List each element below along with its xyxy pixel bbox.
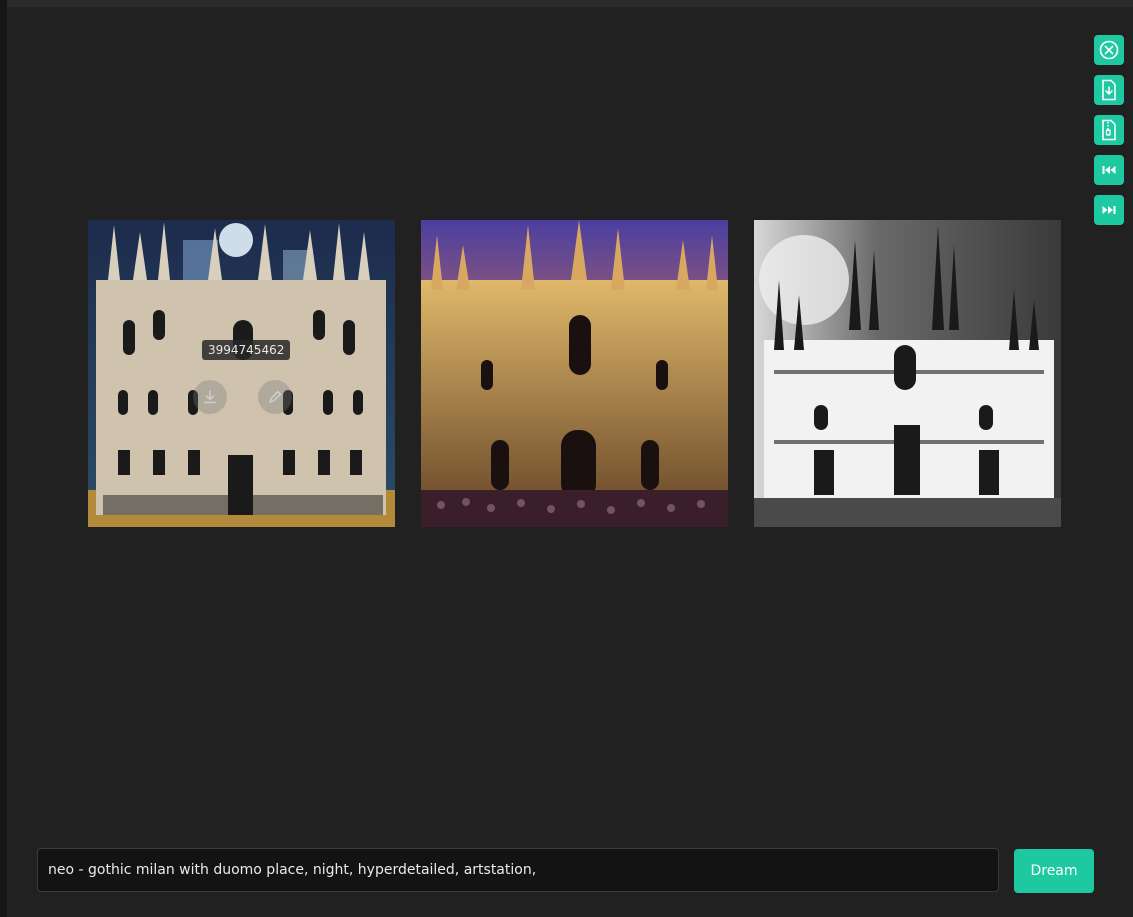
previous-batch-button[interactable]	[1094, 155, 1124, 185]
image-gallery: 3994745462	[88, 220, 1061, 527]
skip-forward-icon	[1102, 206, 1116, 214]
download-file-icon	[1102, 79, 1116, 101]
skip-back-icon	[1102, 166, 1116, 174]
cathedral-image-1	[88, 220, 395, 527]
zip-file-icon	[1102, 119, 1116, 141]
top-bar	[0, 0, 1133, 7]
dream-button[interactable]: Dream	[1014, 849, 1094, 893]
image-seed-label: 3994745462	[202, 340, 291, 360]
download-file-button[interactable]	[1094, 75, 1124, 105]
next-batch-button[interactable]	[1094, 195, 1124, 225]
prompt-input[interactable]	[37, 848, 999, 892]
image-download-button[interactable]	[193, 380, 227, 414]
left-edge-bar	[0, 0, 7, 917]
download-icon	[204, 390, 216, 404]
generated-image-2[interactable]	[421, 220, 728, 527]
cathedral-image-3	[754, 220, 1061, 527]
cathedral-image-2	[421, 220, 728, 527]
close-circle-icon	[1099, 40, 1119, 60]
edit-icon	[268, 390, 282, 404]
image-edit-button[interactable]	[258, 380, 292, 414]
generated-image-1[interactable]: 3994745462	[88, 220, 395, 527]
gallery-toolbar	[1094, 35, 1124, 225]
clear-gallery-button[interactable]	[1094, 35, 1124, 65]
download-zip-button[interactable]	[1094, 115, 1124, 145]
generated-image-3[interactable]	[754, 220, 1061, 527]
